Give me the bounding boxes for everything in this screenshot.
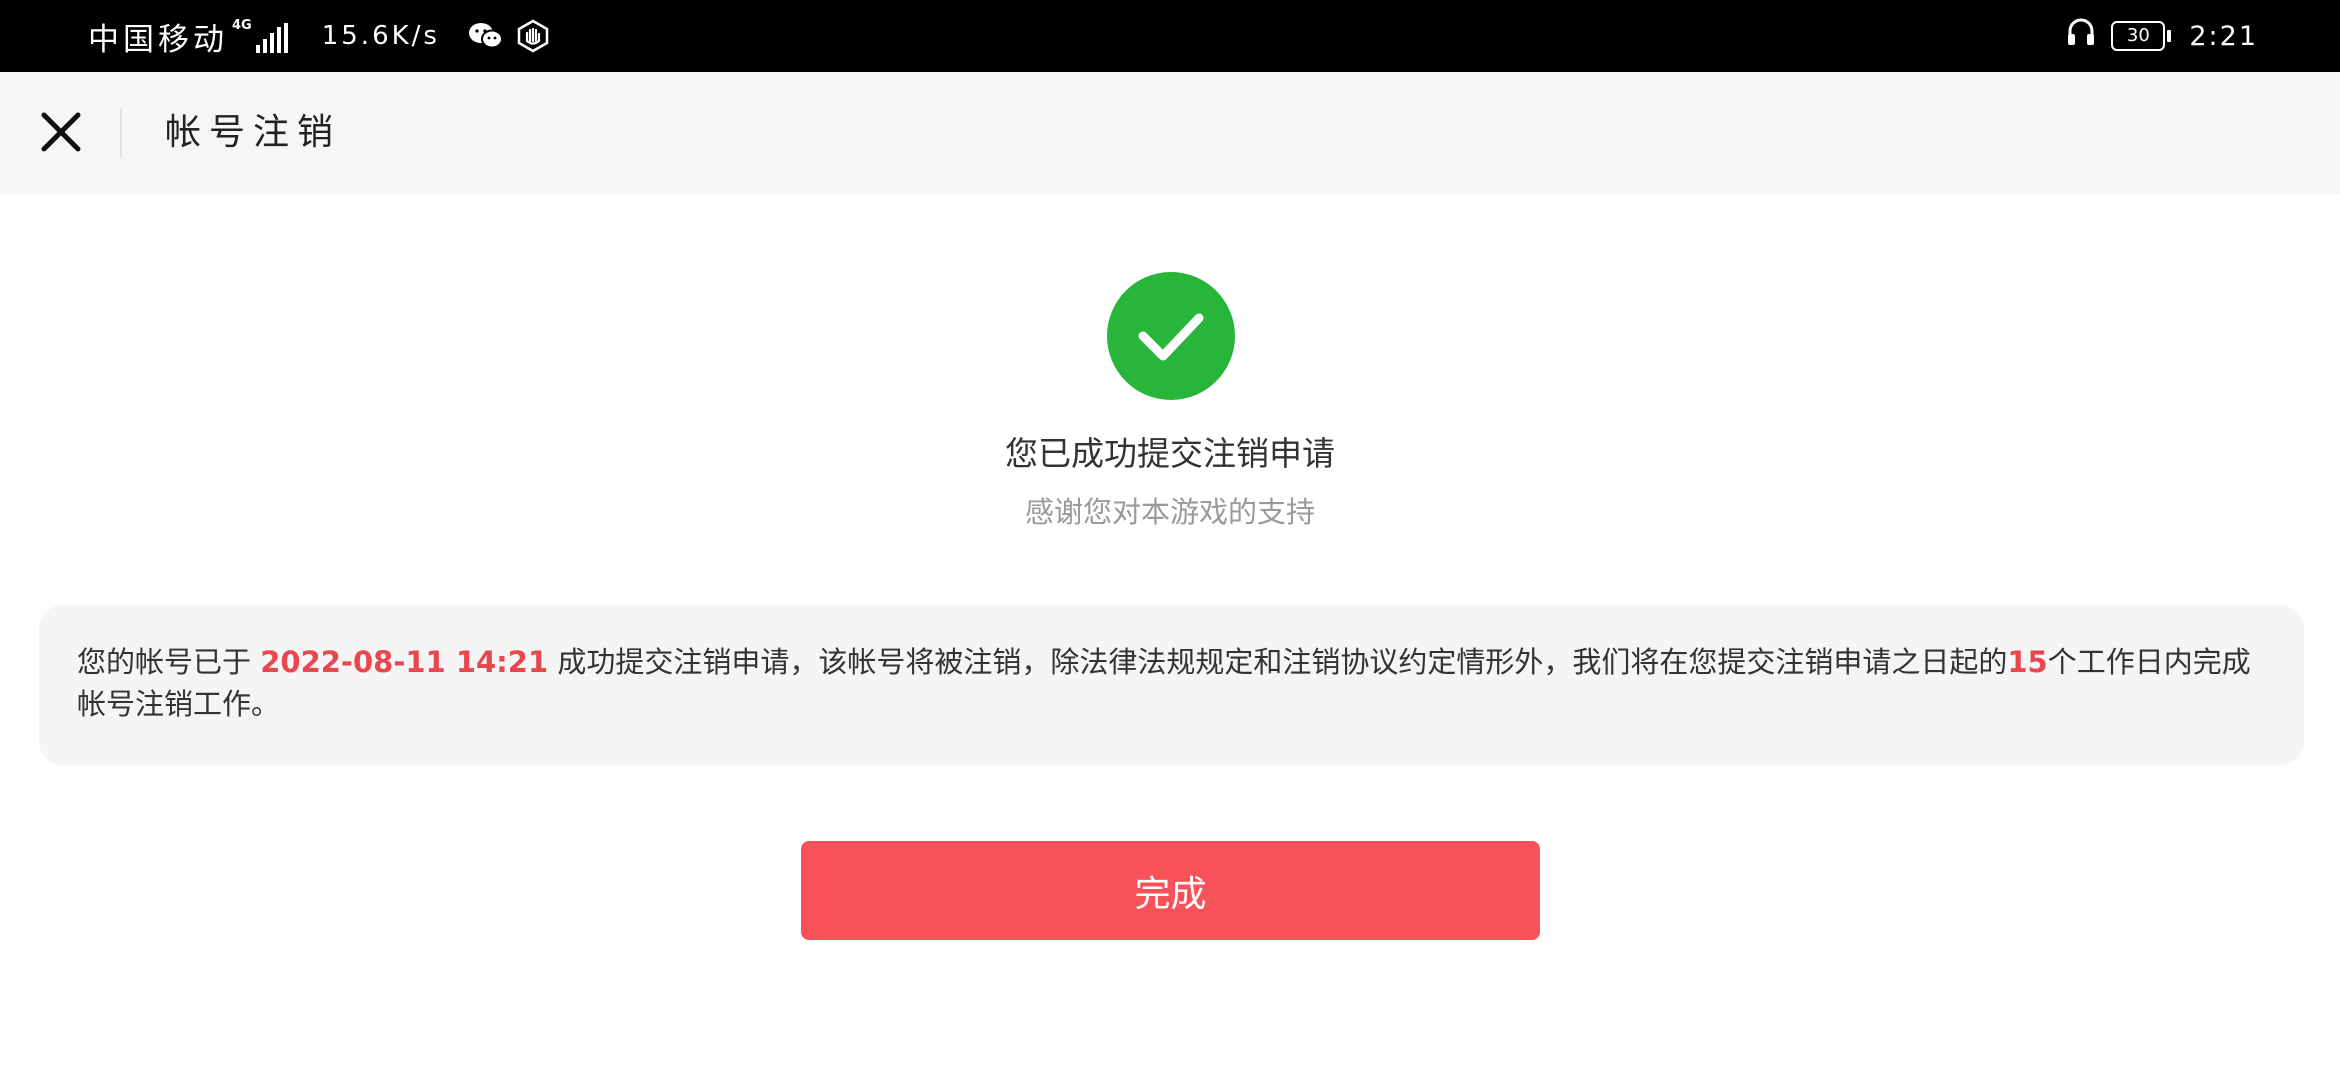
status-bar: 中国移动 4G 15.6K/s 30 2:21 [0,0,2340,72]
notice-middle: 成功提交注销申请，该帐号将被注销，除法律法规规定和注销协议约定情形外，我们将在您… [548,645,2008,679]
header-divider [120,108,122,158]
app-header: 帐号注销 [0,72,2340,194]
hand-shield-icon [516,19,550,53]
notice-datetime: 2022-08-11 14:21 [260,645,549,679]
page-title: 帐号注销 [165,112,342,153]
wechat-icon [468,21,504,51]
close-icon [41,112,81,152]
battery-icon: 30 [2111,21,2172,51]
network-speed: 15.6K/s [321,21,440,51]
close-button[interactable] [36,102,86,162]
notice-days: 15 [2007,645,2048,679]
network-type: 4G [232,18,252,33]
carrier-label: 中国移动 [88,21,228,58]
success-check-icon [1107,272,1235,400]
notice-card: 您的帐号已于 2022-08-11 14:21 成功提交注销申请，该帐号将被注销… [39,605,2304,765]
signal-icon: 4G [232,19,288,53]
done-button[interactable]: 完成 [801,841,1540,940]
status-right: 30 2:21 [2065,0,2258,72]
success-subtitle: 感谢您对本游戏的支持 [1024,495,1315,529]
notice-prefix: 您的帐号已于 [77,645,261,679]
headphones-icon [2065,16,2097,56]
battery-level: 30 [2111,21,2166,51]
clock: 2:21 [2189,20,2258,52]
status-left: 中国移动 4G 15.6K/s [88,0,550,72]
success-title: 您已成功提交注销申请 [1005,434,1335,473]
